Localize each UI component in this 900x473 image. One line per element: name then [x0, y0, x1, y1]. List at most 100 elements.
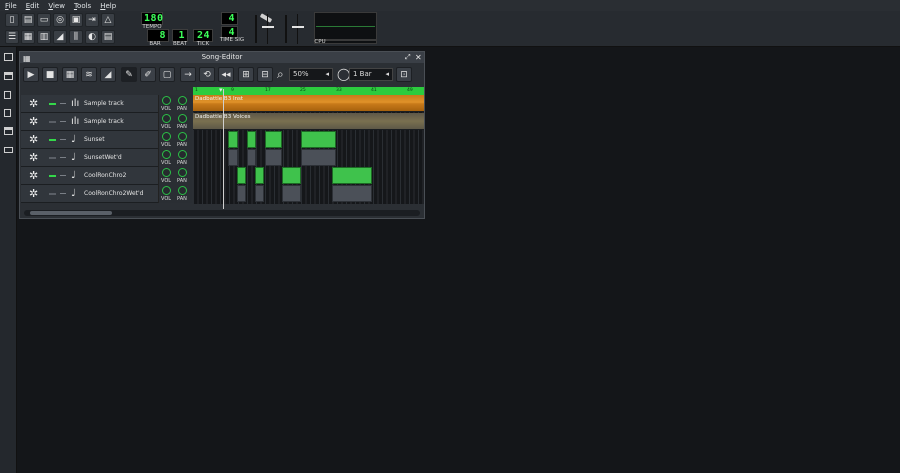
song-grid[interactable]: Dadbattle B3 Inst Dadbattle B3 Voices	[193, 95, 424, 204]
pattern-clip[interactable]	[255, 185, 264, 202]
gear-icon[interactable]: ✲	[29, 188, 38, 199]
volume-knob[interactable]	[162, 114, 171, 123]
gear-icon[interactable]: ✲	[29, 152, 38, 163]
close-icon[interactable]: ✕	[415, 52, 422, 63]
track-row[interactable]: ✲ ılı Sample track VOL PAN	[21, 113, 192, 131]
beat-bassline-editor-icon[interactable]: ▦	[21, 30, 35, 44]
new-from-template-icon[interactable]: ▤	[21, 13, 35, 27]
track-row[interactable]: ✲ ılı Sample track VOL PAN	[21, 95, 192, 113]
track-name[interactable]: Sample track	[84, 100, 124, 107]
master-pitch-handle[interactable]	[292, 26, 304, 28]
add-beat-bassline-button[interactable]: ▦	[62, 67, 78, 82]
menu-tools[interactable]: Tools	[69, 2, 95, 10]
oscilloscope[interactable]	[314, 12, 377, 40]
stop-behaviour-button[interactable]: ◂◂	[218, 67, 234, 82]
auto-scroll-button[interactable]: →	[180, 67, 196, 82]
mute-led[interactable]	[49, 121, 56, 123]
select-mode-button[interactable]: ▢	[159, 67, 175, 82]
new-project-icon[interactable]: ▯	[5, 13, 19, 27]
track-row[interactable]: ✲ ♩ CoolRonChro2 VOL PAN	[21, 167, 192, 185]
pattern-clip[interactable]	[237, 185, 246, 202]
gear-icon[interactable]: ✲	[29, 116, 38, 127]
mute-led[interactable]	[49, 103, 56, 105]
track-row[interactable]: ✲ ♩ CoolRonChro2Wet'd VOL PAN	[21, 185, 192, 203]
gear-icon[interactable]: ✲	[29, 170, 38, 181]
mute-led[interactable]	[49, 157, 56, 159]
solo-toggle[interactable]	[60, 121, 66, 122]
maximize-icon[interactable]: ⤢	[405, 52, 411, 63]
proportional-snap-button[interactable]: ⊡	[396, 67, 412, 82]
my-home-icon[interactable]	[4, 127, 13, 135]
add-sample-track-button[interactable]: ≋	[81, 67, 97, 82]
controller-rack-icon[interactable]: ◐	[85, 30, 99, 44]
sample-clip[interactable]: Dadbattle B3 Voices	[193, 113, 424, 130]
save-project-icon[interactable]: ▣	[69, 13, 83, 27]
menu-file[interactable]: File	[0, 2, 21, 10]
menu-edit[interactable]: Edit	[21, 2, 44, 10]
pan-knob[interactable]	[178, 168, 187, 177]
master-volume-handle[interactable]	[262, 26, 274, 28]
pan-knob[interactable]	[178, 132, 187, 141]
scrollbar-thumb[interactable]	[30, 211, 112, 215]
gear-icon[interactable]: ✲	[29, 98, 38, 109]
solo-toggle[interactable]	[60, 175, 66, 176]
mute-led[interactable]	[49, 175, 56, 177]
pattern-clip[interactable]	[332, 167, 372, 184]
pan-knob[interactable]	[178, 114, 187, 123]
pattern-clip[interactable]	[265, 131, 282, 148]
song-editor-icon[interactable]: ☰	[5, 30, 19, 44]
instrument-plugins-icon[interactable]	[4, 53, 13, 61]
knife-mode-button[interactable]: ✐	[140, 67, 156, 82]
volume-knob[interactable]	[162, 132, 171, 141]
pattern-clip[interactable]	[228, 131, 238, 148]
sample-clip[interactable]: Dadbattle B3 Inst	[193, 95, 424, 112]
recent-projects-icon[interactable]: ◎	[53, 13, 67, 27]
pattern-clip[interactable]	[301, 131, 336, 148]
track-row[interactable]: ✲ ♩ SunsetWet'd VOL PAN	[21, 149, 192, 167]
pattern-clip[interactable]	[265, 149, 282, 166]
loop-points-button[interactable]: ⟲	[199, 67, 215, 82]
pan-knob[interactable]	[178, 186, 187, 195]
volume-knob[interactable]	[162, 168, 171, 177]
track-name[interactable]: SunsetWet'd	[84, 154, 122, 161]
piano-roll-icon[interactable]: ▥	[37, 30, 51, 44]
my-presets-icon[interactable]	[4, 109, 11, 117]
insert-bar-button[interactable]: ⊞	[238, 67, 254, 82]
project-notes-icon[interactable]: ▤	[101, 30, 115, 44]
pattern-clip[interactable]	[237, 167, 246, 184]
track-name[interactable]: CoolRonChro2	[84, 172, 126, 179]
solo-toggle[interactable]	[60, 193, 66, 194]
track-row[interactable]: ✲ ♩ Sunset VOL PAN	[21, 131, 192, 149]
automation-editor-icon[interactable]: ◢	[53, 30, 67, 44]
solo-toggle[interactable]	[60, 103, 66, 104]
gear-icon[interactable]: ✲	[29, 134, 38, 145]
playhead[interactable]	[223, 89, 224, 209]
pattern-clip[interactable]	[247, 131, 256, 148]
my-samples-icon[interactable]	[4, 91, 11, 99]
computer-icon[interactable]	[4, 147, 13, 153]
remove-bar-button[interactable]: ⊟	[257, 67, 273, 82]
pattern-clip[interactable]	[332, 185, 372, 202]
export-icon[interactable]: ⇥	[85, 13, 99, 27]
pan-knob[interactable]	[178, 150, 187, 159]
pattern-clip[interactable]	[228, 149, 238, 166]
pattern-clip[interactable]	[282, 167, 301, 184]
master-volume-slider[interactable]	[259, 13, 273, 23]
zoom-combo[interactable]: 50% ◂	[289, 68, 333, 81]
draw-mode-button[interactable]: ✎	[121, 67, 137, 82]
song-editor-titlebar[interactable]: ▦ Song-Editor ⤢ ✕	[20, 52, 424, 63]
pattern-clip[interactable]	[247, 149, 256, 166]
track-name[interactable]: CoolRonChro2Wet'd	[84, 190, 143, 197]
pattern-clip[interactable]	[255, 167, 264, 184]
my-projects-icon[interactable]	[4, 72, 13, 80]
mute-led[interactable]	[49, 193, 56, 195]
quantize-combo[interactable]: 1 Bar ◂	[349, 68, 393, 81]
playhead-marker-icon[interactable]: ▾	[219, 86, 223, 94]
mixer-icon[interactable]: ⫼	[69, 30, 83, 44]
volume-knob[interactable]	[162, 186, 171, 195]
stop-button[interactable]: ■	[42, 67, 58, 82]
mute-led[interactable]	[49, 139, 56, 141]
horizontal-scrollbar[interactable]	[24, 210, 420, 216]
pan-knob[interactable]	[178, 96, 187, 105]
menu-view[interactable]: View	[43, 2, 69, 10]
